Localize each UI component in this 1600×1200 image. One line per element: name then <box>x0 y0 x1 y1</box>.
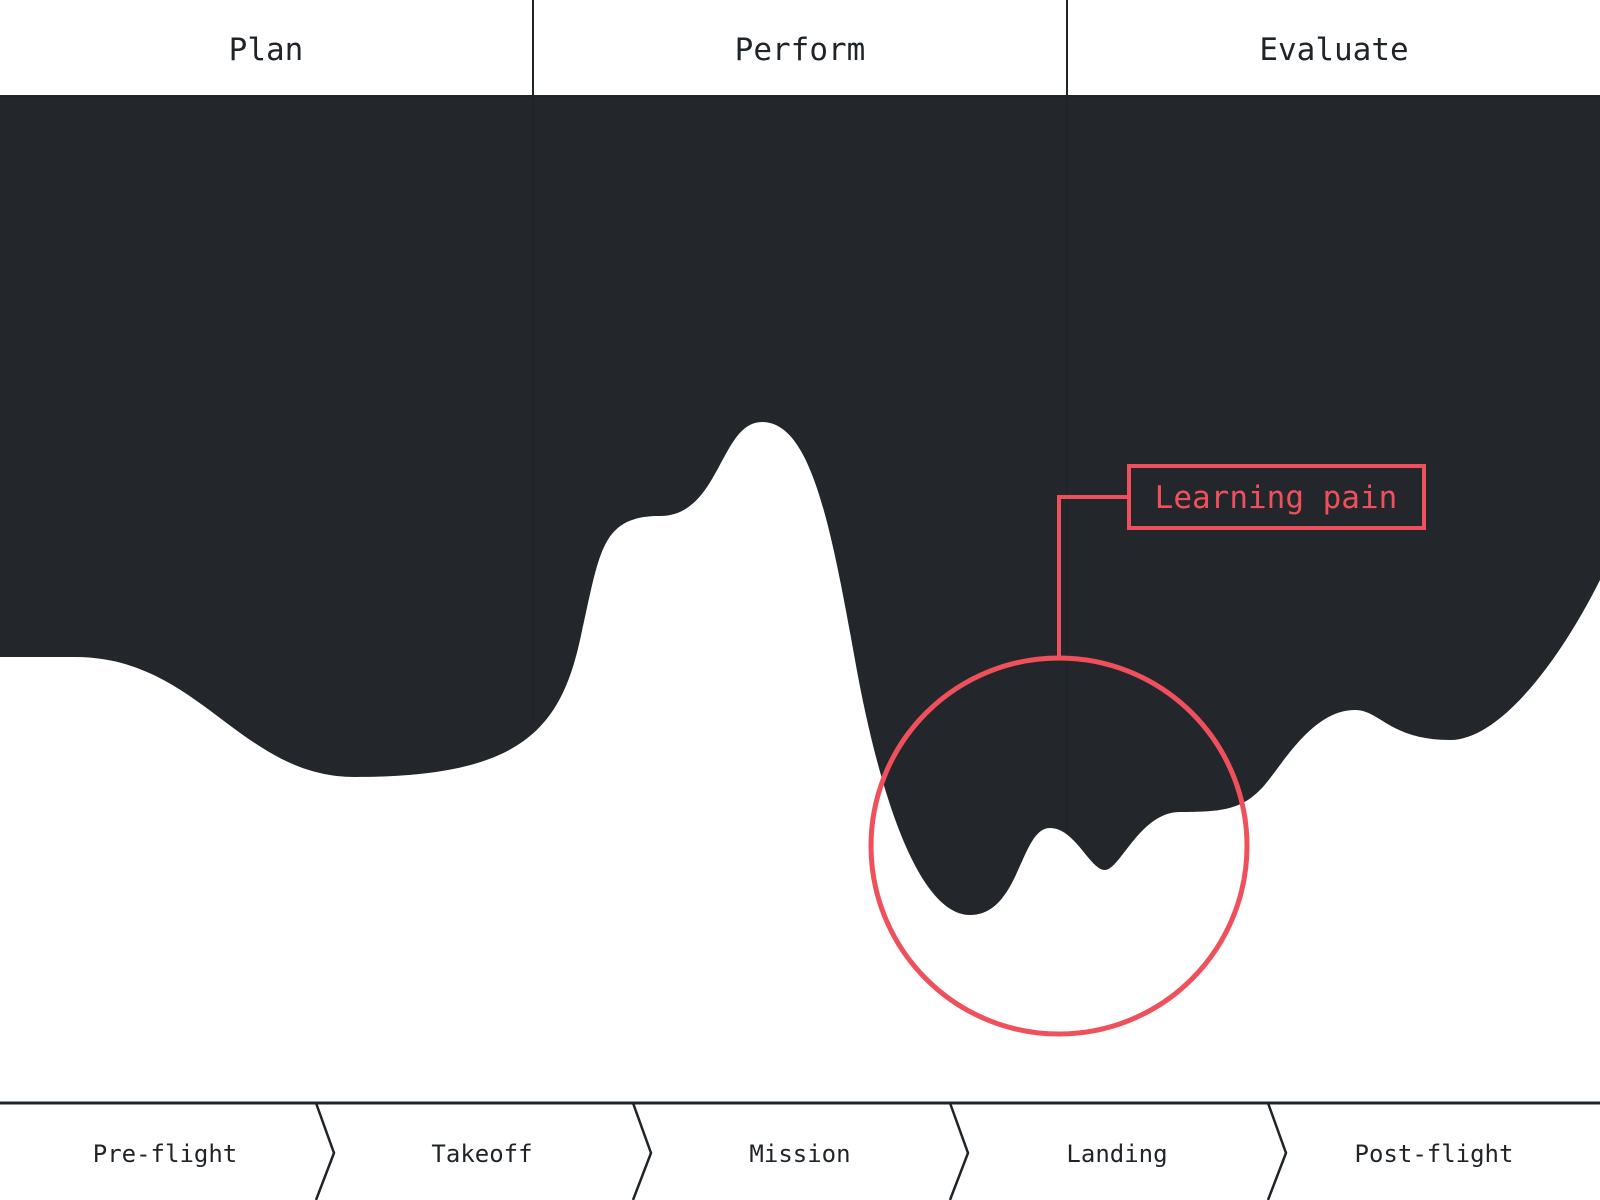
phase-label-evaluate: Evaluate <box>1259 32 1408 68</box>
stage-chevron-2 <box>631 1102 653 1200</box>
stage-label-takeoff: Takeoff <box>431 1140 532 1168</box>
stage-label-mission: Mission <box>749 1140 850 1168</box>
stage-label-post-flight: Post-flight <box>1355 1140 1514 1168</box>
diagram-svg: Plan Perform Evaluate Learning pain Pre-… <box>0 0 1600 1200</box>
callout-label: Learning pain <box>1155 480 1398 516</box>
stage-chevron-3 <box>948 1102 970 1200</box>
stage-chevron-4 <box>1266 1102 1288 1200</box>
phase-label-perform: Perform <box>735 32 866 68</box>
phase-label-plan: Plan <box>229 32 304 68</box>
journey-diagram: Plan Perform Evaluate Learning pain Pre-… <box>0 0 1600 1200</box>
stage-label-pre-flight: Pre-flight <box>93 1140 238 1168</box>
stage-chevron-1 <box>314 1102 336 1200</box>
stage-label-landing: Landing <box>1066 1140 1167 1168</box>
